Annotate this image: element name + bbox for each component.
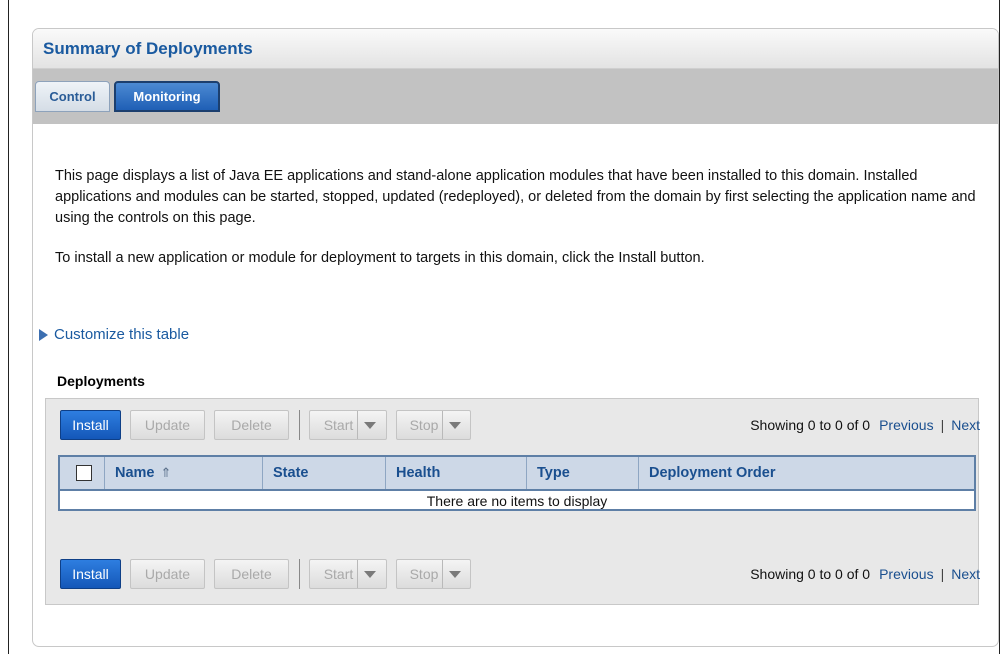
pager-previous-link[interactable]: Previous [879,566,933,582]
stop-dropdown-icon[interactable] [442,560,467,588]
pager-separator: | [940,566,945,582]
deployments-table-container: Install Update Delete Start Stop Showing… [45,398,980,605]
tab-control[interactable]: Control [35,81,110,112]
pager-bottom: Showing 0 to 0 of 0 Previous | Next [750,566,980,582]
window-right-border [999,0,1000,654]
column-header-health[interactable]: Health [386,457,527,489]
stop-button[interactable]: Stop [396,559,471,589]
column-header-deployment-order[interactable]: Deployment Order [639,457,974,489]
delete-button[interactable]: Delete [214,559,289,589]
install-instructions: To install a new application or module f… [55,250,705,266]
toolbar-separator [299,559,300,589]
column-name-label: Name [115,465,155,481]
column-header-name[interactable]: Name ⇑ [105,457,263,489]
description-area: This page displays a list of Java EE app… [33,124,998,269]
tab-bar: Control Monitoring [33,69,998,124]
pager-top: Showing 0 to 0 of 0 Previous | Next [750,417,980,433]
start-button-label: Start [323,417,354,433]
customize-table-link[interactable]: Customize this table [39,326,189,343]
stop-button-label: Stop [409,566,439,582]
panel-header: Summary of Deployments [33,29,998,69]
start-dropdown-icon[interactable] [357,411,382,439]
install-button[interactable]: Install [60,410,121,440]
toolbar-separator [299,410,300,440]
tab-monitoring[interactable]: Monitoring [114,81,220,112]
start-dropdown-icon[interactable] [357,560,382,588]
deployments-summary-panel: Summary of Deployments Control Monitorin… [32,28,999,647]
pager-status: Showing 0 to 0 of 0 [750,417,871,433]
select-all-cell [60,457,105,489]
stop-dropdown-icon[interactable] [442,411,467,439]
start-button[interactable]: Start [309,410,387,440]
window-left-border [8,0,9,654]
delete-button[interactable]: Delete [214,410,289,440]
customize-table-label: Customize this table [54,326,190,343]
update-button[interactable]: Update [130,559,205,589]
stop-button[interactable]: Stop [396,410,471,440]
expand-triangle-icon [39,328,48,341]
start-button[interactable]: Start [309,559,387,589]
table-header-row: Name ⇑ State Health Type Deployment Orde… [60,457,974,491]
sort-ascending-icon[interactable]: ⇑ [161,465,172,481]
page-title: Summary of Deployments [43,38,253,58]
table-toolbar-bottom: Install Update Delete Start Stop Showing… [60,558,980,590]
pager-next-link[interactable]: Next [951,417,980,433]
update-button[interactable]: Update [130,410,205,440]
start-button-label: Start [323,566,354,582]
pager-next-link[interactable]: Next [951,566,980,582]
stop-button-label: Stop [409,417,439,433]
empty-table-message: There are no items to display [426,493,608,509]
column-header-type[interactable]: Type [527,457,639,489]
description-paragraph: This page displays a list of Java EE app… [55,168,976,226]
deployments-table: Name ⇑ State Health Type Deployment Orde… [58,455,976,511]
deployments-section-title: Deployments [57,373,145,389]
table-toolbar-top: Install Update Delete Start Stop Showing… [60,409,980,441]
pager-previous-link[interactable]: Previous [879,417,933,433]
select-all-checkbox[interactable] [76,465,92,481]
column-header-state[interactable]: State [263,457,386,489]
pager-status: Showing 0 to 0 of 0 [750,566,871,582]
install-button[interactable]: Install [60,559,121,589]
pager-separator: | [940,417,945,433]
